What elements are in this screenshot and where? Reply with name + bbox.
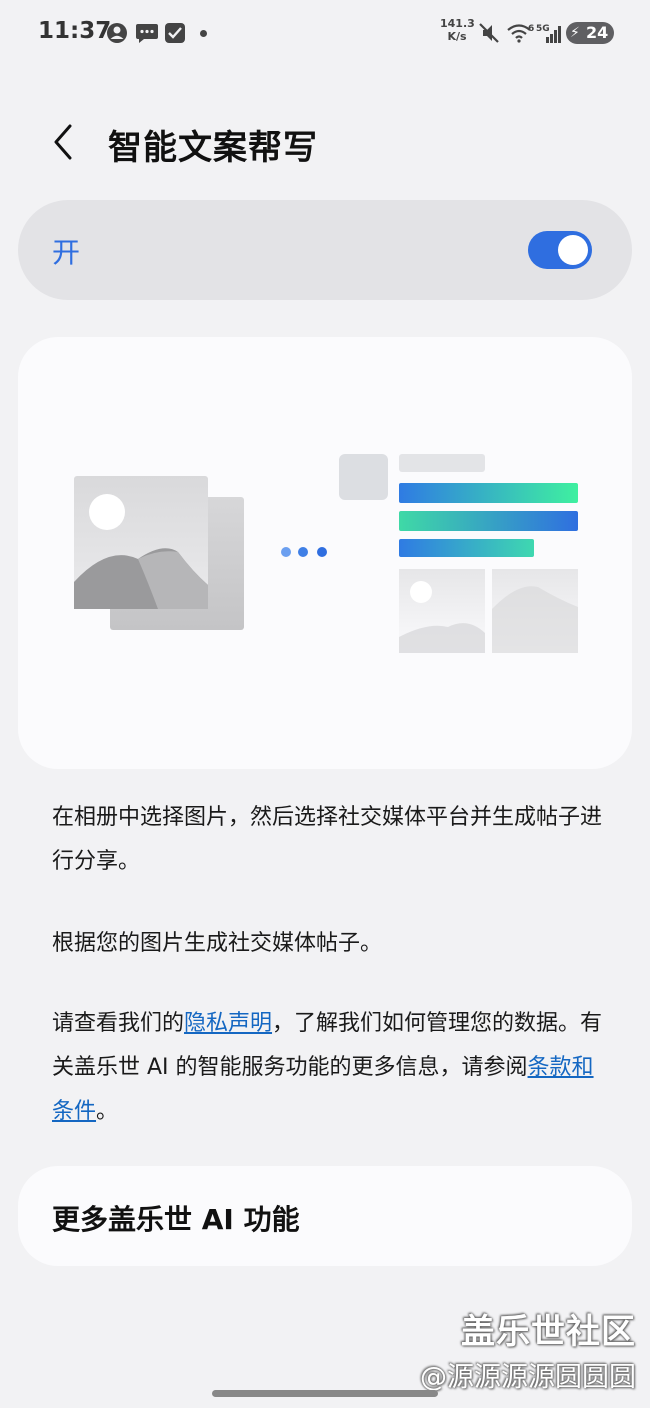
message-icon: [136, 24, 158, 43]
photo-stack-icon: [74, 476, 244, 630]
network-speed-unit: K/s: [447, 30, 467, 43]
page-title: 智能文案帮写: [108, 128, 318, 168]
switch-knob: [558, 235, 588, 265]
wifi-icon: 6: [507, 24, 534, 43]
toggle-label: 开: [52, 236, 81, 269]
app-bar: 智能文案帮写: [0, 112, 650, 176]
progress-dots-icon: [281, 547, 327, 557]
cellular-signal-icon: 5G: [536, 24, 561, 43]
description-paragraph-3: 请查看我们的隐私声明，了解我们如何管理您的数据。有关盖乐世 AI 的智能服务功能…: [52, 1002, 612, 1134]
battery-indicator: ⚡ 24: [566, 22, 614, 44]
network-speed-value: 141.3: [440, 17, 475, 30]
mute-icon: [479, 23, 499, 43]
charging-icon: ⚡: [570, 25, 580, 41]
more-ai-features-label: 更多盖乐世 AI 功能: [52, 1203, 300, 1236]
task-icon: [165, 23, 185, 43]
watermark-author: @源源源源圆圆圆: [420, 1362, 636, 1393]
status-bar: 11:37 141.3 K/s 6 5G ⚡ 24: [0, 0, 650, 68]
notification-dot: [200, 30, 207, 37]
watermark-community: 盖乐世社区: [461, 1312, 636, 1352]
battery-level: 24: [586, 23, 609, 42]
description-paragraph-1: 在相册中选择图片，然后选择社交媒体平台并生成帖子进行分享。: [52, 805, 603, 874]
illustration-card: [18, 337, 632, 769]
back-arrow-icon: [54, 124, 72, 160]
feature-switch[interactable]: [528, 231, 592, 269]
svg-text:6: 6: [528, 24, 534, 34]
privacy-text-before: 请查看我们的: [52, 1011, 185, 1036]
more-ai-features-button[interactable]: 更多盖乐世 AI 功能: [18, 1166, 632, 1266]
social-post-preview: [339, 454, 578, 653]
back-button[interactable]: [46, 122, 82, 162]
status-time: 11:37: [38, 18, 112, 44]
account-icon: [107, 23, 127, 43]
privacy-text-after: 。: [96, 1099, 119, 1124]
network-speed: 141.3 K/s: [440, 17, 475, 43]
master-toggle-row[interactable]: 开: [18, 200, 632, 300]
svg-text:5G: 5G: [536, 24, 550, 34]
home-indicator[interactable]: [212, 1390, 438, 1397]
privacy-notice-link[interactable]: 隐私声明: [184, 1011, 272, 1036]
feature-illustration: [74, 454, 578, 653]
description-paragraph-2: 根据您的图片生成社交媒体帖子。: [52, 931, 383, 956]
